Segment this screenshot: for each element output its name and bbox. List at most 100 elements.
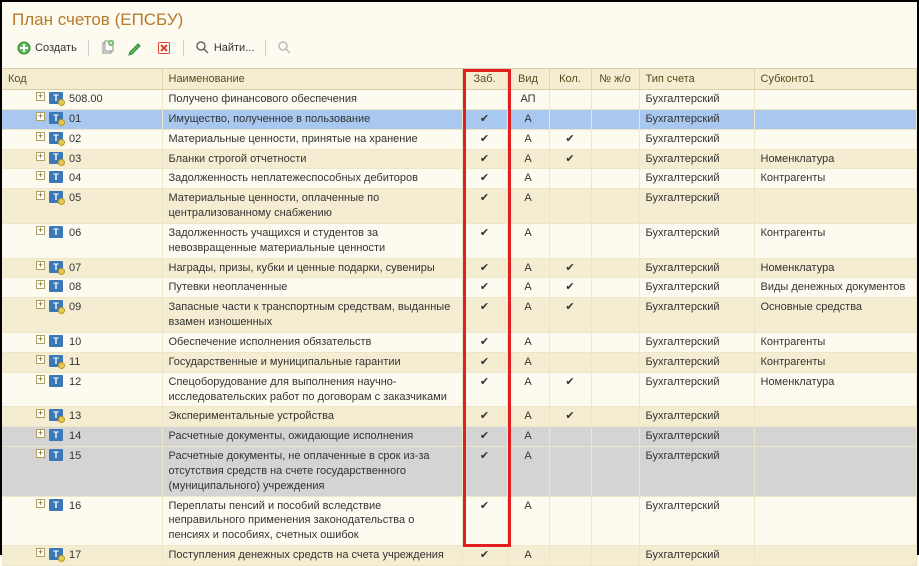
code-text: 13 [69,409,81,424]
expand-button[interactable]: + [36,548,45,557]
expand-button[interactable]: + [36,171,45,180]
separator [265,40,266,56]
col-zab[interactable]: Заб. [462,69,507,90]
check-icon: ✔ [480,281,489,293]
code-text: 01 [69,112,81,127]
expand-button[interactable]: + [36,499,45,508]
check-icon: ✔ [565,301,574,313]
col-njo[interactable]: № ж/о [591,69,639,90]
col-kol[interactable]: Кол. [549,69,591,90]
check-icon: ✔ [565,281,574,293]
expand-button[interactable]: + [36,300,45,309]
edit-button[interactable] [124,38,148,58]
toolbar: Создать Найти... [12,36,907,64]
table-row[interactable]: +T14Расчетные документы, ожидающие испол… [2,427,917,447]
col-code[interactable]: Код [2,69,162,90]
expand-button[interactable]: + [36,355,45,364]
check-icon: ✔ [565,376,574,388]
check-icon: ✔ [565,133,574,145]
table-row[interactable]: +T02Материальные ценности, принятые на х… [2,129,917,149]
expand-button[interactable]: + [36,335,45,344]
type-cell: Бухгалтерский [639,447,754,497]
copy-button[interactable] [96,38,120,58]
table-row[interactable]: +T10Обеспечение исполнения обязательств✔… [2,332,917,352]
check-icon: ✔ [480,500,489,512]
check-icon: ✔ [480,227,489,239]
table-row[interactable]: +T17Поступления денежных средств на счет… [2,546,917,566]
expand-button[interactable]: + [36,226,45,235]
check-icon: ✔ [480,113,489,125]
name-cell: Имущество, полученное в пользование [162,109,462,129]
check-icon: ✔ [480,133,489,145]
clear-find-button[interactable] [273,38,297,58]
search-icon [195,40,211,56]
table-row[interactable]: +T04Задолженность неплатежеспособных деб… [2,169,917,189]
expand-button[interactable]: + [36,375,45,384]
expand-button[interactable]: + [36,261,45,270]
col-type[interactable]: Тип счета [639,69,754,90]
code-text: 10 [69,335,81,350]
type-cell: Бухгалтерский [639,546,754,566]
table-row[interactable]: +T11Государственные и муниципальные гара… [2,352,917,372]
check-icon: ✔ [480,549,489,561]
name-cell: Переплаты пенсий и пособий вследствие не… [162,496,462,546]
create-button[interactable]: Создать [12,38,81,58]
expand-button[interactable]: + [36,92,45,101]
find-button[interactable]: Найти... [191,38,259,58]
check-icon: ✔ [565,410,574,422]
table-row[interactable]: +T13Экспериментальные устройства✔А✔Бухга… [2,407,917,427]
sub-cell: Номенклатура [754,149,917,169]
col-vid[interactable]: Вид [507,69,549,90]
create-label: Создать [35,42,77,54]
check-icon: ✔ [480,153,489,165]
col-sub[interactable]: Субконто1 [754,69,917,90]
sub-cell: Основные средства [754,298,917,333]
separator [183,40,184,56]
header: План счетов (ЕПСБУ) Создать Найти... [2,2,917,68]
check-icon: ✔ [480,450,489,462]
table-row[interactable]: +T09Запасные части к транспортным средст… [2,298,917,333]
table-row[interactable]: +T05Материальные ценности, оплаченные по… [2,189,917,224]
table-row[interactable]: +T03Бланки строгой отчетности✔А✔Бухгалте… [2,149,917,169]
table-row[interactable]: +T508.00Получено финансового обеспечения… [2,90,917,110]
name-cell: Экспериментальные устройства [162,407,462,427]
table-row[interactable]: +T06Задолженность учащихся и студентов з… [2,223,917,258]
table-row[interactable]: +T01Имущество, полученное в пользование✔… [2,109,917,129]
vid-cell: А [507,298,549,333]
expand-button[interactable]: + [36,191,45,200]
table-row[interactable]: +T15Расчетные документы, не оплаченные в… [2,447,917,497]
name-cell: Спецоборудование для выполнения научно-и… [162,372,462,407]
type-cell: Бухгалтерский [639,149,754,169]
table-row[interactable]: +T16Переплаты пенсий и пособий вследстви… [2,496,917,546]
code-text: 07 [69,261,81,276]
table-row[interactable]: +T08Путевки неоплаченные✔А✔Бухгалтерский… [2,278,917,298]
expand-button[interactable]: + [36,152,45,161]
name-cell: Задолженность учащихся и студентов за не… [162,223,462,258]
name-cell: Запасные части к транспортным средствам,… [162,298,462,333]
expand-button[interactable]: + [36,409,45,418]
type-cell: Бухгалтерский [639,129,754,149]
vid-cell: А [507,407,549,427]
col-name[interactable]: Наименование [162,69,462,90]
sub-cell: Контрагенты [754,332,917,352]
table-row[interactable]: +T12Спецоборудование для выполнения науч… [2,372,917,407]
expand-button[interactable]: + [36,280,45,289]
delete-button[interactable] [152,38,176,58]
delete-icon [156,40,172,56]
account-icon: T [49,191,63,203]
name-cell: Государственные и муниципальные гарантии [162,352,462,372]
expand-button[interactable]: + [36,112,45,121]
type-cell: Бухгалтерский [639,189,754,224]
check-icon: ✔ [565,153,574,165]
plus-icon [16,40,32,56]
table-row[interactable]: +T07Награды, призы, кубки и ценные подар… [2,258,917,278]
expand-button[interactable]: + [36,449,45,458]
sub-cell [754,496,917,546]
expand-button[interactable]: + [36,429,45,438]
table-body: +T508.00Получено финансового обеспечения… [2,90,917,566]
vid-cell: А [507,427,549,447]
expand-button[interactable]: + [36,132,45,141]
name-cell: Задолженность неплатежеспособных дебитор… [162,169,462,189]
sub-cell: Контрагенты [754,169,917,189]
check-icon: ✔ [480,376,489,388]
